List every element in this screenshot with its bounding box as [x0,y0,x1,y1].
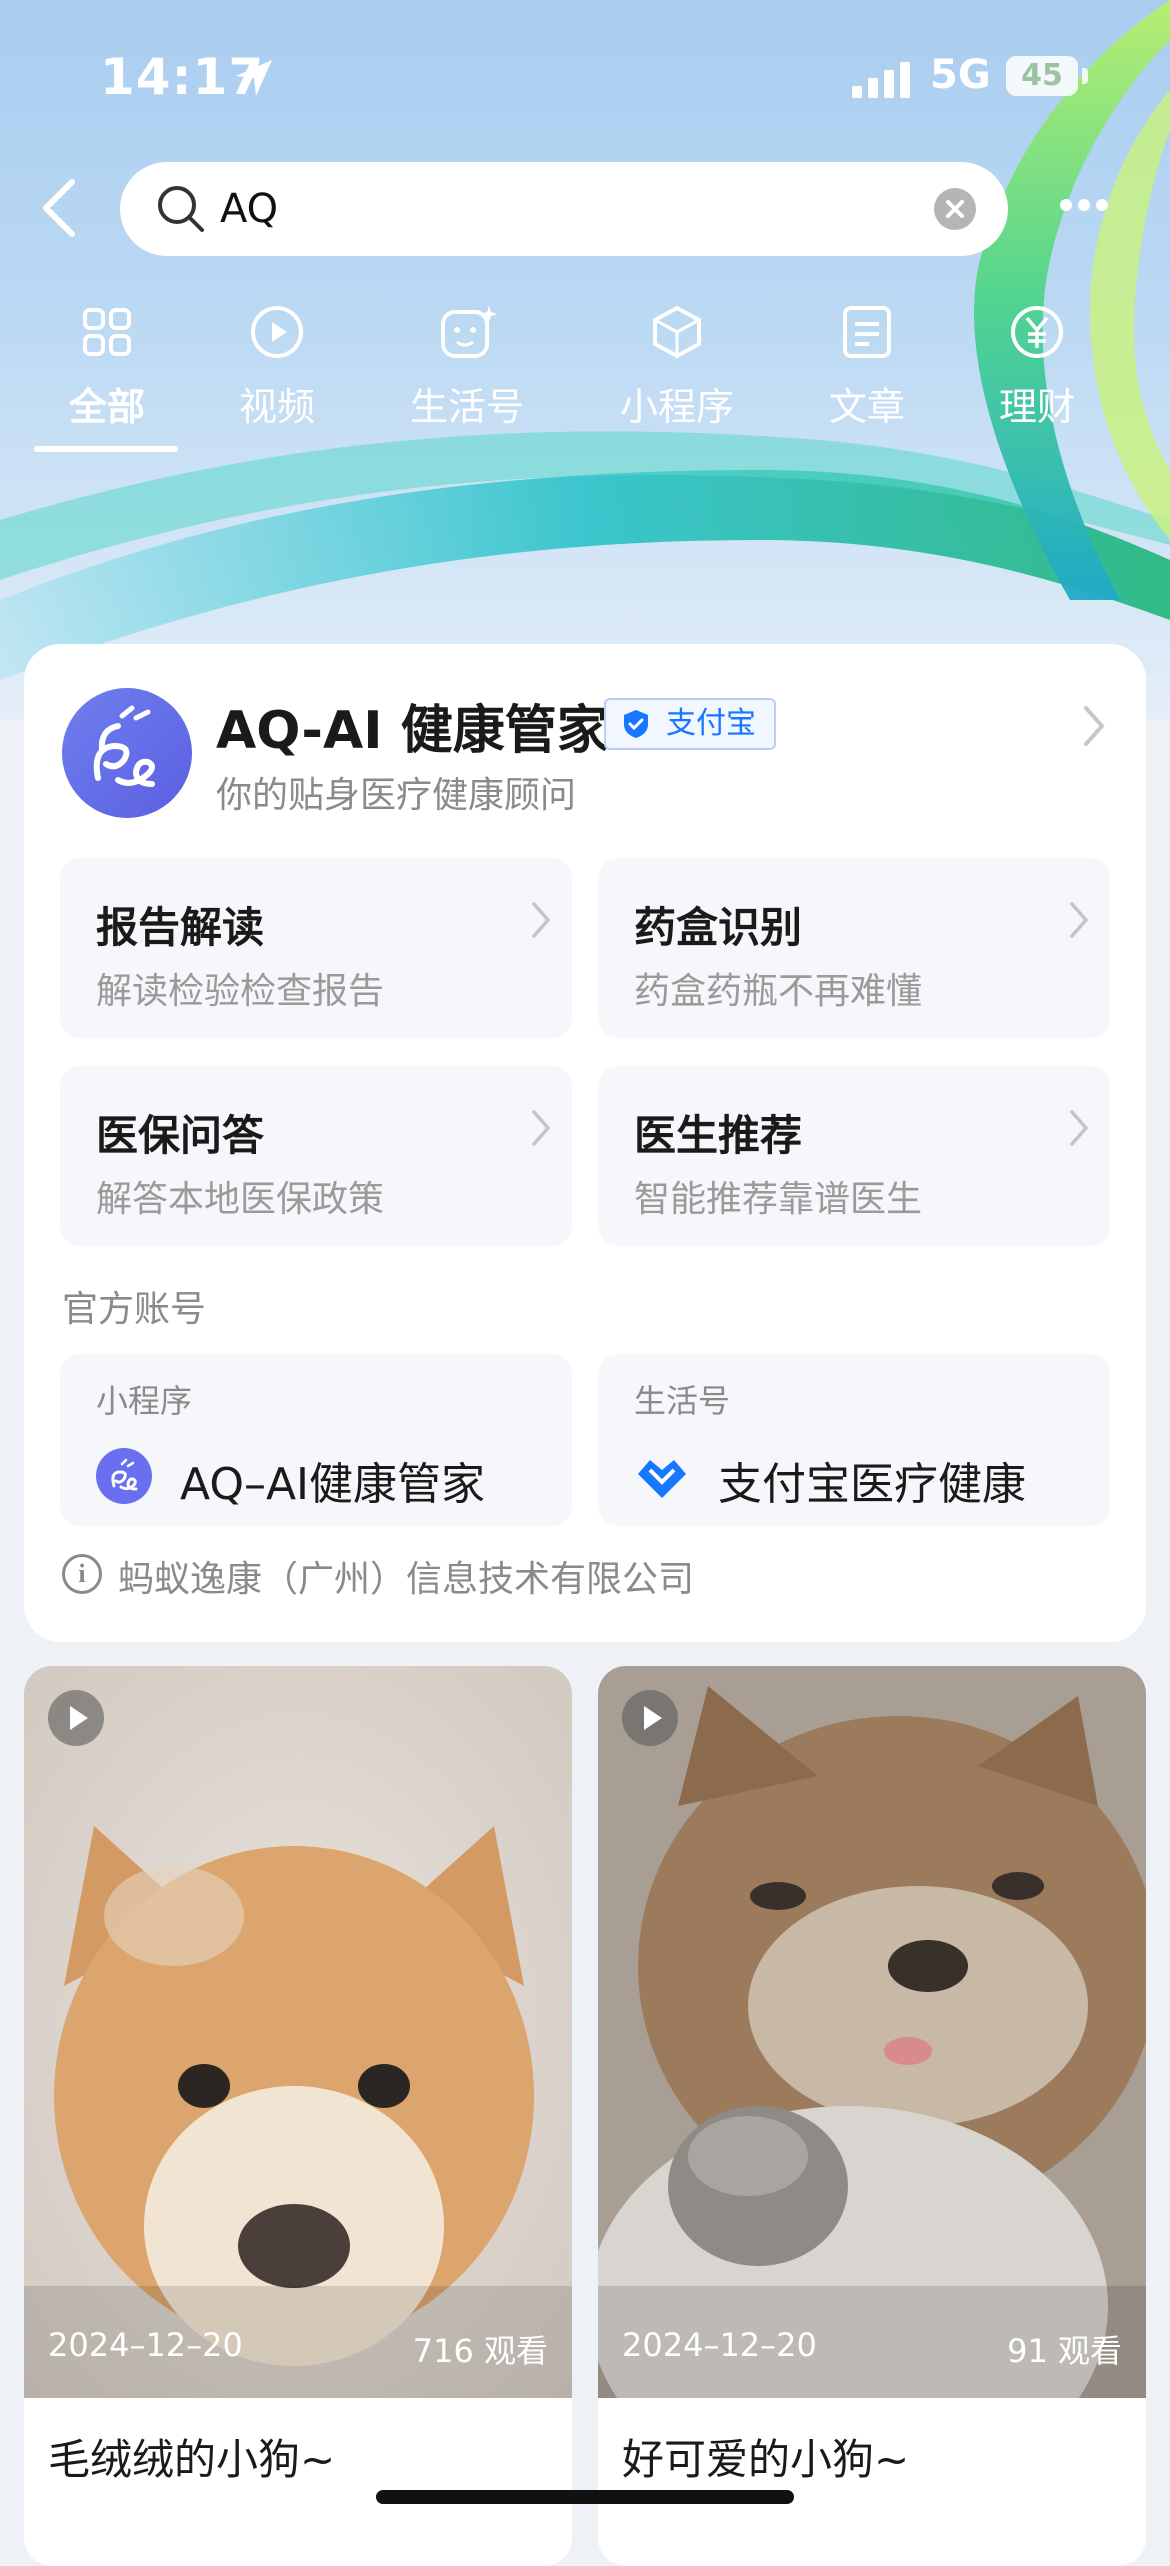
search-query: AQ [220,186,279,232]
chevron-right-icon [532,1110,551,1146]
chevron-right-icon[interactable] [1080,702,1108,750]
account-name: 支付宝医疗健康 [718,1459,1026,1510]
alipay-badge: 支付宝 [604,698,776,750]
mini-program-icon [653,305,701,359]
account-mini-program[interactable]: 小程序 AQ–AI健康管家 [60,1354,572,1526]
tab-video[interactable]: 视频 [192,296,362,456]
result-card[interactable]: AQ-AI 健康管家 支付宝 你的贴身医疗健康顾问 报告解读 解读检验检查报告 … [24,644,1146,1642]
heart-diamond-icon [638,1460,686,1498]
video-date: 2024–12–20 [48,2326,243,2364]
chevron-right-icon [532,902,551,938]
app-logo [62,688,192,818]
tab-label: 全部 [68,385,145,429]
status-bar: 14:17 5G 45 [0,0,1170,150]
feature-desc: 药盒药瓶不再难懂 [634,971,923,1012]
feature-pill-box-recognition[interactable]: 药盒识别 药盒药瓶不再难懂 [598,858,1110,1038]
tab-all[interactable]: 全部 [22,296,192,456]
feature-desc: 智能推荐靠谱医生 [634,1179,923,1220]
tab-label: 生活号 [409,385,524,429]
video-views: 91 观看 [1007,2332,1122,2370]
close-icon [946,200,964,218]
feature-insurance-qa[interactable]: 医保问答 解答本地医保政策 [60,1066,572,1246]
shield-check-icon [624,710,648,738]
account-name: AQ–AI健康管家 [180,1459,486,1510]
grid-icon [83,308,131,356]
battery-cap [1082,68,1088,84]
feature-desc: 解读检验检查报告 [96,971,385,1012]
feature-title: 医保问答 [96,1111,265,1160]
ae-logo-icon [93,705,155,787]
ae-logo-icon [96,1448,152,1504]
feature-doctor-recommend[interactable]: 医生推荐 智能推荐靠谱医生 [598,1066,1110,1246]
feature-title: 药盒识别 [634,903,803,952]
search-input[interactable]: AQ [120,162,1008,256]
back-arrow-icon[interactable] [36,176,86,240]
feature-report-reading[interactable]: 报告解读 解读检验检查报告 [60,858,572,1038]
dot [1096,199,1108,211]
life-account-icon [441,306,497,358]
account-type: 生活号 [634,1382,731,1420]
video-thumbnail [24,1666,572,2398]
tab-label: 文章 [828,385,905,429]
feature-desc: 解答本地医保政策 [96,1179,385,1220]
home-indicator[interactable] [376,2490,794,2504]
video-title: 毛绒绒的小狗~ [48,2435,336,2484]
active-tab-indicator [34,446,178,452]
yen-icon [1011,306,1063,358]
app-title[interactable]: AQ-AI 健康管家 [216,688,609,763]
tab-article[interactable]: 文章 [782,296,952,456]
tab-label: 视频 [238,385,315,429]
account-type: 小程序 [96,1382,193,1420]
video-date: 2024–12–20 [622,2326,817,2364]
search-icon [158,186,204,232]
tab-label: 小程序 [619,385,734,429]
video-title: 好可爱的小狗~ [622,2435,910,2484]
video-views: 716 观看 [412,2332,548,2370]
network-type: 5G [930,52,991,98]
more-options-button[interactable] [1060,196,1116,218]
account-life-account[interactable]: 生活号 支付宝医疗健康 [598,1354,1110,1526]
play-circle-icon [251,306,303,358]
tab-finance[interactable]: 理财 [952,296,1122,456]
feature-title: 医生推荐 [634,1111,803,1160]
tab-label: 理财 [998,385,1075,429]
video-card[interactable]: 2024–12–20 91 观看 好可爱的小狗~ [598,1666,1146,2566]
dot [1078,199,1090,211]
official-accounts-label: 官方账号 [62,1289,207,1330]
chevron-right-icon [1070,902,1089,938]
dot [1060,199,1072,211]
clear-search-button[interactable] [934,188,976,230]
app-subtitle: 你的贴身医疗健康顾问 [216,775,577,816]
category-tabs: 全部 视频 生活号 小程序 文章 理财 [0,296,1170,456]
signal-icon [852,62,910,98]
chevron-right-icon [1070,1110,1089,1146]
battery-icon: 45 [1006,56,1078,96]
tab-life-account[interactable]: 生活号 [382,296,552,456]
play-icon [622,1690,678,1746]
tab-mini-program[interactable]: 小程序 [592,296,762,456]
info-icon [62,1554,102,1594]
feature-title: 报告解读 [96,903,265,952]
video-thumbnail [598,1666,1146,2398]
company-name: 蚂蚁逸康（广州）信息技术有限公司 [118,1559,695,1600]
video-card[interactable]: 2024–12–20 716 观看 毛绒绒的小狗~ [24,1666,572,2566]
location-arrow-icon [236,60,272,96]
play-icon [48,1690,104,1746]
article-icon [843,306,891,358]
badge-label: 支付宝 [666,706,756,741]
